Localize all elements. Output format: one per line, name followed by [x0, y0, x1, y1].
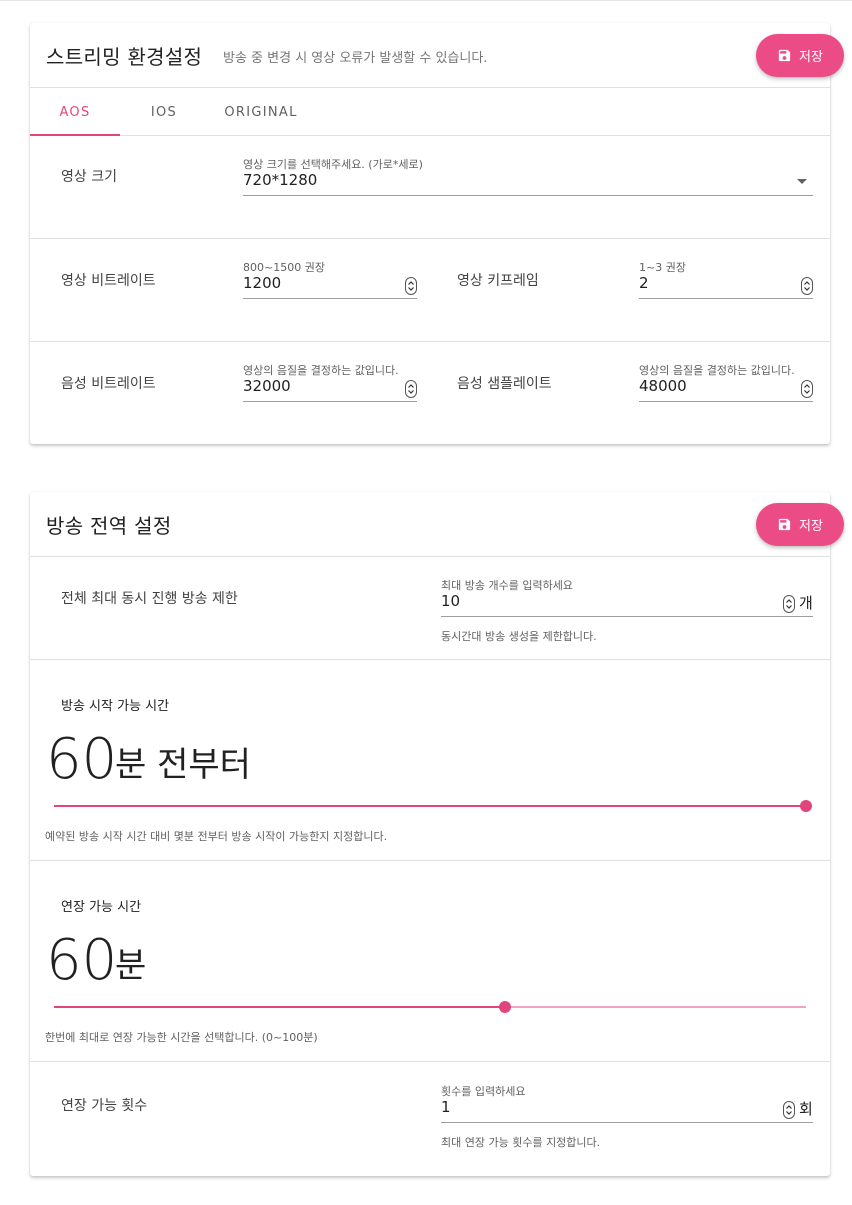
card-title: 방송 전역 설정: [46, 514, 172, 538]
field-value: 32000: [243, 377, 291, 395]
save-icon: [778, 518, 791, 531]
streaming-settings-card: 스트리밍 환경설정 방송 중 변경 시 영상 오류가 발생할 수 있습니다. 저…: [30, 23, 844, 444]
save-icon: [778, 49, 791, 62]
card-subtitle: 방송 중 변경 시 영상 오류가 발생할 수 있습니다.: [223, 51, 488, 66]
field-underline: [243, 298, 417, 299]
number-stepper-icon[interactable]: [405, 277, 417, 295]
audio-row: 음성 비트레이트 영상의 음질을 결정하는 값입니다. 32000 음성 샘플레…: [30, 342, 830, 444]
extend-count-input[interactable]: 횟수를 입력하세요 1: [441, 1083, 795, 1125]
max-concurrent-input[interactable]: 최대 방송 개수를 입력하세요 10: [441, 577, 795, 619]
tab-original[interactable]: ORIGINAL: [208, 88, 314, 136]
chevron-down-icon: [797, 179, 807, 184]
field-hint: 동시간대 방송 생성을 제한합니다.: [441, 630, 597, 643]
start-time-value: 60: [46, 727, 118, 792]
field-label: 최대 방송 개수를 입력하세요: [441, 579, 573, 592]
audio-samplerate-input[interactable]: 영상의 음질을 결정하는 값입니다. 48000: [639, 362, 813, 404]
audio-samplerate-label: 음성 샘플레이트: [457, 376, 552, 392]
video-bitrate-input[interactable]: 800~1500 권장 1200: [243, 259, 417, 301]
start-time-row: 방송 시작 가능 시간 60 분 전부터 예약된 방송 시작 시간 대비 몇분 …: [30, 660, 830, 861]
save-button-label: 저장: [799, 50, 823, 65]
save-button[interactable]: 저장: [756, 503, 844, 546]
field-underline: [639, 401, 813, 402]
max-concurrent-row: 전체 최대 동시 진행 방송 제한 최대 방송 개수를 입력하세요 10 개 동…: [30, 557, 830, 660]
unit-suffix: 개: [799, 594, 813, 612]
extend-count-row: 연장 가능 횟수 횟수를 입력하세요 1 회 최대 연장 가능 횟수를 지정합니…: [30, 1062, 830, 1175]
field-label: 1~3 권장: [639, 261, 686, 274]
start-time-label: 방송 시작 가능 시간: [61, 699, 170, 714]
extend-time-slider[interactable]: [54, 1000, 806, 1014]
card-header: 스트리밍 환경설정 방송 중 변경 시 영상 오류가 발생할 수 있습니다. 저…: [30, 23, 844, 88]
audio-bitrate-input[interactable]: 영상의 음질을 결정하는 값입니다. 32000: [243, 362, 417, 404]
video-bitrate-label: 영상 비트레이트: [61, 273, 156, 289]
number-stepper-icon[interactable]: [801, 277, 813, 295]
extend-time-row: 연장 가능 시간 60 분 한번에 최대로 연장 가능한 시간을 선택합니다. …: [30, 861, 830, 1062]
field-value: 1: [441, 1098, 451, 1116]
save-button[interactable]: 저장: [756, 34, 844, 77]
slider-thumb[interactable]: [800, 800, 812, 812]
unit-suffix: 회: [799, 1100, 813, 1118]
top-divider: [0, 0, 852, 1]
tab-ios[interactable]: IOS: [120, 88, 208, 136]
slider-fill: [54, 805, 806, 807]
field-underline: [441, 1122, 813, 1123]
extend-time-unit: 분: [115, 946, 147, 986]
video-bitrate-row: 영상 비트레이트 800~1500 권장 1200 영상 키프레임 1~3 권장…: [30, 239, 830, 342]
tab-aos[interactable]: AOS: [30, 88, 120, 136]
start-time-slider[interactable]: [54, 799, 812, 813]
field-label: 영상 크기를 선택해주세요. (가로*세로): [243, 158, 423, 171]
field-hint: 최대 연장 가능 횟수를 지정합니다.: [441, 1136, 601, 1149]
start-time-hint: 예약된 방송 시작 시간 대비 몇분 전부터 방송 시작이 가능한지 지정합니다…: [45, 830, 388, 843]
extend-count-label: 연장 가능 횟수: [61, 1098, 148, 1114]
number-stepper-icon[interactable]: [801, 380, 813, 398]
start-time-unit: 분 전부터: [115, 745, 251, 785]
video-size-row: 영상 크기 영상 크기를 선택해주세요. (가로*세로) 720*1280: [30, 136, 830, 239]
platform-tabs: AOS IOS ORIGINAL: [30, 88, 830, 136]
field-underline: [243, 195, 813, 196]
field-value: 2: [639, 274, 649, 292]
field-value: 10: [441, 592, 461, 610]
audio-bitrate-label: 음성 비트레이트: [61, 376, 156, 392]
max-concurrent-label: 전체 최대 동시 진행 방송 제한: [61, 591, 238, 607]
field-label: 영상의 음질을 결정하는 값입니다.: [639, 364, 795, 377]
extend-time-hint: 한번에 최대로 연장 가능한 시간을 선택합니다. (0~100분): [45, 1031, 318, 1044]
extend-time-value: 60: [46, 928, 118, 993]
video-size-select[interactable]: 영상 크기를 선택해주세요. (가로*세로) 720*1280: [243, 156, 813, 198]
slider-fill: [54, 1006, 505, 1008]
field-underline: [639, 298, 813, 299]
global-settings-card: 방송 전역 설정 저장 전체 최대 동시 진행 방송 제한 최대 방송 개수를 …: [30, 492, 844, 1176]
field-value: 1200: [243, 274, 282, 292]
field-label: 영상의 음질을 결정하는 값입니다.: [243, 364, 399, 377]
number-stepper-icon[interactable]: [783, 1101, 795, 1119]
video-keyframe-input[interactable]: 1~3 권장 2: [639, 259, 813, 301]
number-stepper-icon[interactable]: [405, 380, 417, 398]
field-label: 횟수를 입력하세요: [441, 1085, 526, 1098]
field-label: 800~1500 권장: [243, 261, 325, 274]
field-underline: [243, 401, 417, 402]
card-header: 방송 전역 설정 저장: [30, 492, 844, 557]
field-value: 720*1280: [243, 171, 318, 189]
video-keyframe-label: 영상 키프레임: [457, 273, 539, 289]
number-stepper-icon[interactable]: [783, 595, 795, 613]
card-title: 스트리밍 환경설정: [46, 45, 203, 69]
video-size-label: 영상 크기: [61, 169, 117, 185]
field-underline: [441, 616, 813, 617]
extend-time-label: 연장 가능 시간: [61, 900, 142, 915]
slider-thumb[interactable]: [499, 1001, 511, 1013]
field-value: 48000: [639, 377, 687, 395]
save-button-label: 저장: [799, 519, 823, 534]
